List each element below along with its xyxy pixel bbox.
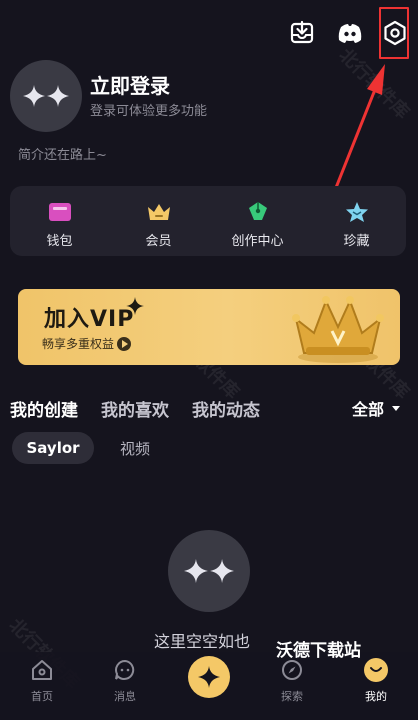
crown-icon (292, 296, 384, 363)
login-subtitle: 登录可体验更多功能 (90, 104, 208, 119)
tab-my-likes[interactable]: 我的喜欢 (101, 396, 169, 421)
quick-item-label: 会员 (145, 234, 172, 249)
create-button[interactable] (188, 656, 230, 698)
tab-my-creations[interactable]: 我的创建 (10, 396, 78, 421)
nav-label: 我的 (365, 690, 387, 703)
tab-my-activity[interactable]: 我的动态 (192, 396, 260, 421)
empty-state-illustration (168, 530, 250, 612)
quick-item-label: 创作中心 (231, 234, 284, 249)
quick-item-label: 珍藏 (343, 234, 370, 249)
vip-banner[interactable]: 加入VIP 畅享多重权益 (18, 289, 400, 365)
watermark-logo: 沃德下载站 (276, 641, 361, 661)
chevron-down-icon (392, 405, 400, 411)
nav-item-messages[interactable]: 消息 (95, 658, 155, 704)
filter-chip-video[interactable]: 视频 (120, 438, 150, 459)
sparkle-icon (184, 559, 234, 583)
nav-item-home[interactable]: 首页 (12, 658, 72, 704)
quick-item-label: 钱包 (46, 234, 73, 249)
nav-label: 首页 (31, 690, 53, 703)
nav-item-explore[interactable]: 探索 (262, 658, 322, 704)
empty-state-text: 这里空空如也 (154, 632, 251, 651)
discord-icon[interactable] (335, 18, 365, 48)
compass-icon (282, 660, 302, 680)
filter-label: 全部 (351, 400, 384, 419)
bottom-nav: 首页 消息 探索 我的 (0, 652, 418, 720)
quick-item-creator-center[interactable]: 创作中心 (208, 186, 307, 256)
vip-title: 加入VIP (44, 307, 135, 332)
star-icon (345, 202, 368, 222)
nav-item-me[interactable]: 我的 (346, 658, 406, 704)
wallet-icon (48, 203, 71, 221)
login-title[interactable]: 立即登录 (90, 70, 170, 99)
quick-item-collection[interactable]: 珍藏 (307, 186, 406, 256)
quick-item-wallet[interactable]: 钱包 (10, 186, 109, 256)
message-icon (115, 659, 135, 680)
me-face-icon (364, 658, 388, 682)
crown-icon (147, 204, 170, 220)
filter-chip-active[interactable]: Saylor (12, 432, 94, 464)
vip-subtitle: 畅享多重权益 (42, 335, 132, 352)
nav-label: 消息 (114, 690, 136, 703)
settings-highlight-box (379, 7, 409, 59)
filter-dropdown[interactable]: 全部 (352, 396, 400, 420)
nav-label: 探索 (281, 690, 303, 703)
pen-icon (248, 202, 267, 220)
bio-text: 简介还在路上~ (18, 148, 107, 163)
play-circle-icon (117, 336, 132, 351)
top-bar (0, 14, 418, 54)
home-icon (32, 660, 52, 680)
sparkle-icon (23, 85, 69, 107)
sparkle-icon (126, 297, 144, 315)
avatar[interactable] (10, 60, 82, 132)
vip-subtitle-text: 畅享多重权益 (42, 337, 115, 351)
sparkle-create-icon (198, 666, 220, 688)
content-tabs: 我的创建 我的喜欢 我的动态 全部 (10, 396, 406, 422)
download-box-icon[interactable] (287, 18, 317, 48)
quick-actions-panel: 钱包 会员 创作中心 珍藏 (10, 186, 406, 256)
quick-item-member[interactable]: 会员 (109, 186, 208, 256)
